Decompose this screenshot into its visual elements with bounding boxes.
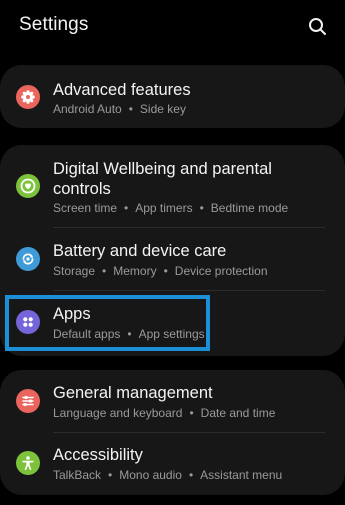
search-icon bbox=[309, 18, 326, 35]
subtitle-part: Device protection bbox=[174, 264, 268, 278]
settings-card-system: General management Language and keyboard… bbox=[0, 370, 345, 495]
separator-dot: • bbox=[102, 264, 107, 278]
app-header: Settings bbox=[0, 0, 345, 56]
apps-highlight-box bbox=[5, 295, 210, 351]
item-title: Advanced features bbox=[53, 81, 191, 99]
settings-item-advanced-features[interactable]: Advanced features Android Auto • Side key bbox=[0, 65, 345, 128]
settings-item-accessibility[interactable]: Accessibility TalkBack • Mono audio • Assist… bbox=[0, 433, 345, 495]
subtitle-part: Side key bbox=[139, 102, 186, 116]
search-button[interactable] bbox=[305, 14, 331, 40]
accessibility-person-icon bbox=[16, 451, 40, 475]
sliders-icon bbox=[16, 389, 40, 413]
item-title-line1: Digital Wellbeing and parental bbox=[53, 160, 272, 178]
separator-dot: • bbox=[188, 468, 194, 482]
wellbeing-heart-icon bbox=[16, 174, 40, 198]
item-title: General management bbox=[53, 384, 213, 402]
subtitle-part: Memory bbox=[113, 264, 157, 278]
page-title: Settings bbox=[19, 14, 89, 35]
subtitle-part: TalkBack bbox=[53, 468, 102, 482]
subtitle-part: Date and time bbox=[200, 406, 276, 420]
settings-item-digital-wellbeing[interactable]: Digital Wellbeing and parental controls … bbox=[0, 145, 345, 224]
settings-item-battery-device-care[interactable]: Battery and device care Storage • Memory • D… bbox=[0, 228, 345, 290]
separator-dot: • bbox=[128, 102, 133, 116]
separator-dot: • bbox=[108, 468, 113, 482]
settings-item-general-management[interactable]: General management Language and keyboard… bbox=[0, 370, 345, 432]
subtitle-part: Mono audio bbox=[119, 468, 182, 482]
gear-flower-icon bbox=[16, 85, 40, 109]
item-title: Accessibility bbox=[53, 446, 143, 464]
subtitle-part: Android Auto bbox=[53, 102, 122, 116]
item-subtitle: Screen time • App timers • Bedtime mode bbox=[53, 201, 288, 215]
separator-dot: • bbox=[189, 406, 194, 420]
subtitle-part: Language and keyboard bbox=[53, 406, 183, 420]
item-title: Battery and device care bbox=[53, 242, 227, 260]
subtitle-part: App timers bbox=[135, 201, 193, 215]
item-subtitle: TalkBack • Mono audio • Assistant menu bbox=[53, 468, 282, 482]
separator-dot: • bbox=[199, 201, 204, 215]
subtitle-part: Assistant menu bbox=[200, 468, 283, 482]
subtitle-part: Bedtime mode bbox=[210, 201, 289, 215]
subtitle-part: Storage bbox=[53, 264, 96, 278]
device-care-icon bbox=[16, 247, 40, 271]
item-subtitle: Language and keyboard • Date and time bbox=[53, 406, 275, 420]
item-title-line2: controls bbox=[53, 180, 111, 198]
item-subtitle: Storage • Memory • Device protection bbox=[53, 264, 268, 278]
separator-dot: • bbox=[163, 264, 168, 278]
separator-dot: • bbox=[124, 201, 129, 215]
item-subtitle: Android Auto • Side key bbox=[53, 102, 186, 116]
settings-card-advanced: Advanced features Android Auto • Side key bbox=[0, 65, 345, 128]
subtitle-part: Screen time bbox=[53, 201, 118, 215]
